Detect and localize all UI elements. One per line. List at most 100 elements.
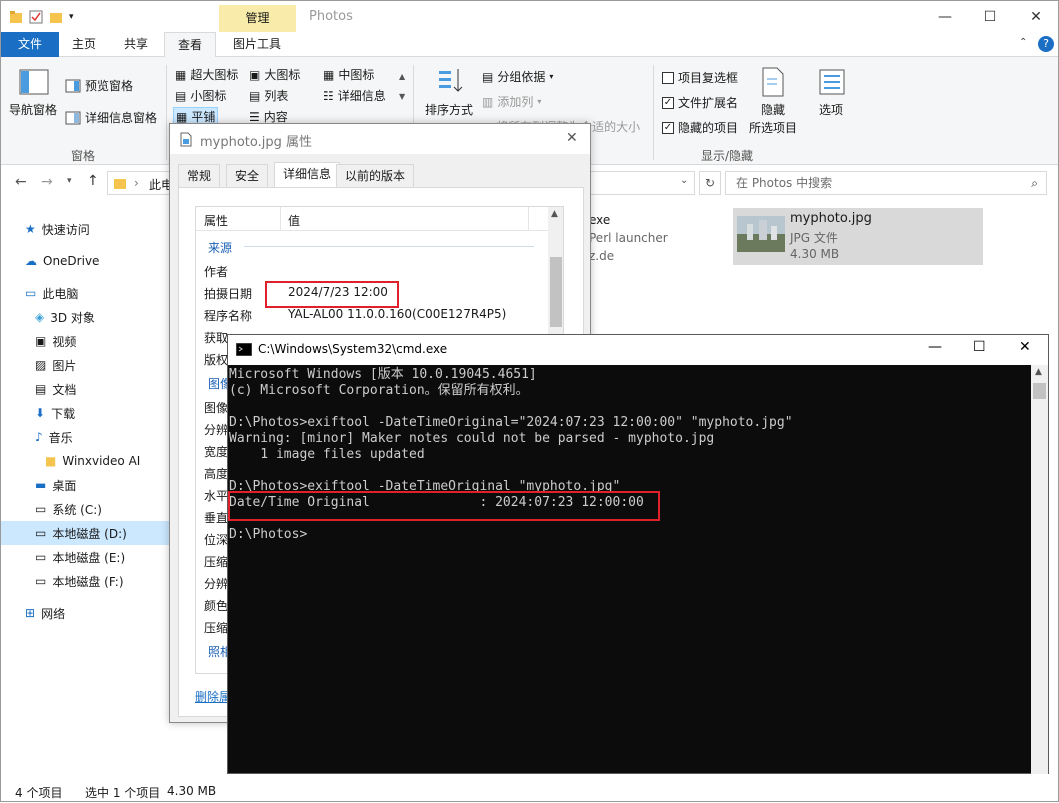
sort-by-button[interactable]: 排序方式 [425, 101, 473, 118]
ribbon-collapse-icon[interactable]: ⌃ [1019, 37, 1027, 48]
back-arrow-icon[interactable]: ← [15, 174, 27, 190]
tab-view[interactable]: 查看 [164, 32, 216, 58]
list-item-selected[interactable]: myphoto.jpg JPG 文件 4.30 MB [733, 208, 983, 265]
tab-picture-tools[interactable]: 图片工具 [221, 32, 293, 57]
nav-quick-access[interactable]: ★ 快速访问 [25, 217, 90, 241]
console-line: 1 image files updated [229, 447, 425, 462]
tab-previous-versions[interactable]: 以前的版本 [336, 164, 415, 188]
remove-properties-link[interactable]: 删除属 [195, 688, 231, 705]
nav-drive-e[interactable]: ▭ 本地磁盘 (E:) [35, 545, 125, 569]
nav-onedrive[interactable]: ☁ OneDrive [25, 249, 99, 273]
search-input[interactable]: 在 Photos 中搜索 ⌕ [725, 171, 1047, 195]
console-prompt: D:\Photos> [229, 527, 308, 542]
properties-icon[interactable] [29, 10, 43, 24]
nav-this-pc[interactable]: ▭ 此电脑 [25, 281, 78, 305]
photo-thumbnail [737, 216, 785, 252]
selected-size: 4.30 MB [167, 784, 217, 798]
nav-3d-objects[interactable]: ◈ 3D 对象 [35, 305, 95, 329]
address-dropdown-icon[interactable]: ⌄ [680, 175, 688, 186]
qat-dropdown-icon[interactable]: ▾ [69, 12, 74, 22]
tab-home[interactable]: 主页 [61, 32, 107, 57]
scroll-thumb[interactable] [1033, 383, 1046, 399]
group-by-button[interactable]: ▤ 分组依据 ▾ [482, 68, 553, 85]
scroll-thumb[interactable] [550, 257, 562, 327]
layout-details[interactable]: ☷ 详细信息 [323, 87, 386, 104]
date-taken-highlight [265, 281, 399, 308]
sort-icon[interactable] [437, 67, 465, 95]
file-type: JPG 文件 [790, 231, 838, 245]
options-button[interactable]: 选项 [819, 101, 843, 118]
quick-access-toolbar: ▾ [9, 7, 74, 27]
close-button[interactable]: ✕ [1019, 339, 1031, 355]
property-value-program[interactable]: YAL-AL00 11.0.0.160(C00E127R4P5) [288, 307, 506, 321]
cube-icon: ◈ [35, 310, 45, 324]
nav-desktop[interactable]: ▬ 桌面 [35, 473, 76, 497]
preview-pane-button[interactable]: 预览窗格 [65, 77, 133, 94]
nav-drive-c[interactable]: ▭ 系统 (C:) [35, 497, 102, 521]
tab-details[interactable]: 详细信息 [274, 162, 341, 188]
list-item[interactable]: exe Perl launcher z.de [589, 211, 668, 265]
layout-large-icons[interactable]: ▣ 大图标 [249, 66, 300, 83]
nav-documents[interactable]: ▤ 文档 [35, 377, 76, 401]
layout-scroll-icon[interactable]: ▲ ▼ [399, 67, 405, 107]
hidden-items-checkbox[interactable]: ✓ [662, 121, 674, 134]
drive-icon: ▭ [35, 502, 47, 516]
column-header-value[interactable]: 值 [288, 212, 300, 229]
nav-pictures[interactable]: ▨ 图片 [35, 353, 76, 377]
extensions-checkbox[interactable]: ✓ [662, 96, 674, 109]
close-button[interactable]: ✕ [566, 130, 578, 146]
item-checkbox-checkbox[interactable] [662, 71, 674, 84]
tab-file[interactable]: 文件 [1, 32, 59, 57]
nav-music[interactable]: ♪ 音乐 [35, 425, 73, 449]
refresh-icon[interactable]: ↻ [699, 171, 721, 195]
details-pane-button[interactable]: 详细信息窗格 [65, 109, 157, 126]
column-header-property[interactable]: 属性 [204, 212, 228, 229]
help-icon[interactable]: ? [1038, 36, 1054, 52]
nav-drive-f[interactable]: ▭ 本地磁盘 (F:) [35, 569, 124, 593]
nav-downloads[interactable]: ⬇ 下载 [35, 401, 75, 425]
options-icon[interactable] [819, 69, 845, 95]
tab-general[interactable]: 常规 [178, 164, 221, 188]
hide-selected-icon[interactable] [761, 67, 785, 97]
maximize-button[interactable]: ☐ [967, 1, 1013, 32]
navigation-pane-button[interactable]: 导航窗格 [9, 101, 57, 118]
item-checkbox-toggle[interactable]: 项目复选框 [662, 69, 738, 86]
folder-icon[interactable] [9, 10, 23, 24]
file-publisher: z.de [589, 249, 615, 263]
forward-arrow-icon[interactable]: → [41, 174, 53, 190]
tab-share[interactable]: 共享 [111, 32, 161, 57]
up-arrow-icon[interactable]: ↑ [87, 173, 99, 189]
nav-drive-d[interactable]: ▭ 本地磁盘 (D:) [1, 521, 171, 545]
extensions-toggle[interactable]: ✓ 文件扩展名 [662, 94, 738, 111]
minimize-button[interactable]: — [928, 339, 942, 355]
close-button[interactable]: ✕ [1013, 1, 1059, 32]
tab-security[interactable]: 安全 [226, 164, 269, 188]
property-name: 压缩 [204, 621, 229, 635]
desktop-icon: ▬ [35, 478, 47, 492]
recent-dropdown-icon[interactable]: ▾ [67, 176, 72, 186]
nav-videos[interactable]: ▣ 视频 [35, 329, 76, 353]
network-icon: ⊞ [25, 606, 36, 620]
add-column-button[interactable]: ▥ 添加列 ▾ [482, 93, 541, 110]
console-output[interactable]: Microsoft Windows [版本 10.0.19045.4651] (… [228, 365, 1032, 775]
hidden-items-toggle[interactable]: ✓ 隐藏的项目 [662, 119, 738, 136]
manage-context-tab[interactable]: 管理 [219, 5, 296, 32]
layout-list[interactable]: ▤ 列表 [249, 87, 288, 104]
list-icon: ▤ [249, 88, 261, 103]
layout-small-icons[interactable]: ▤ 小图标 [175, 87, 226, 104]
hide-selected-button[interactable]: 隐藏 所选项目 [749, 101, 797, 137]
layout-extra-large-icons[interactable]: ▦ 超大图标 [175, 66, 238, 83]
section-source: 来源 [208, 241, 233, 255]
icons-icon: ▦ [175, 67, 187, 82]
scrollbar[interactable]: ▲ [1031, 365, 1048, 774]
cmd-title: C:\Windows\System32\cmd.exe [258, 342, 448, 356]
property-name: 压缩 [204, 555, 229, 569]
maximize-button[interactable]: ☐ [973, 339, 986, 355]
new-folder-icon[interactable] [49, 10, 63, 24]
minimize-button[interactable]: — [922, 1, 968, 32]
layout-medium-icons[interactable]: ▦ 中图标 [323, 66, 374, 83]
drive-icon: ▭ [35, 550, 47, 564]
navigation-pane-icon[interactable] [19, 69, 49, 95]
nav-winxvideo[interactable]: ■ Winxvideo AI [45, 449, 140, 473]
nav-network[interactable]: ⊞ 网络 [25, 601, 65, 625]
